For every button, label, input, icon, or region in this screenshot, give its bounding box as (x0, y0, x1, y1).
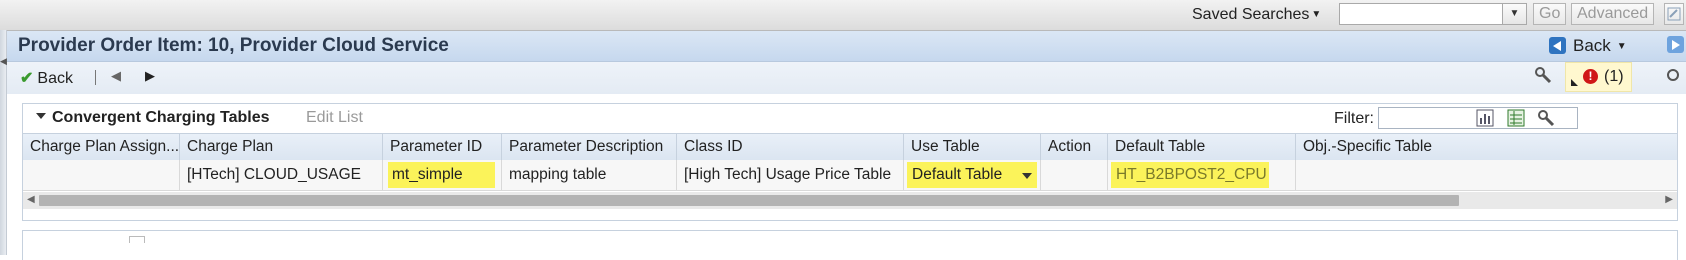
chevron-left-icon: ◀ (0, 56, 7, 66)
corner-marker-icon (1571, 79, 1578, 86)
personalize-icon[interactable] (1664, 3, 1684, 25)
obj-specific-table-cell[interactable] (1296, 160, 1677, 190)
error-icon: ! (1583, 69, 1598, 84)
message-count: (1) (1604, 68, 1624, 85)
column-header[interactable]: Parameter Description (502, 134, 677, 160)
back-label: Back (37, 70, 73, 87)
history-back-label: Back (1573, 36, 1611, 55)
previous-record-icon[interactable]: ◀ (111, 68, 121, 84)
column-header[interactable]: Obj.-Specific Table (1296, 134, 1677, 160)
parameter-description-cell: mapping table (502, 160, 677, 190)
history-back-button[interactable]: Back ▼ (1549, 36, 1627, 56)
page-header: Provider Order Item: 10, Provider Cloud … (7, 31, 1686, 62)
back-arrow-icon (1549, 37, 1566, 54)
chevron-down-icon[interactable]: ▼ (1617, 41, 1627, 52)
page-toolbar: ✔ Back ◀ ▶ (7, 62, 1686, 94)
page-title: Provider Order Item: 10, Provider Cloud … (18, 35, 449, 56)
block-title: Convergent Charging Tables (52, 109, 270, 126)
block-icon (129, 236, 145, 243)
wrench-icon[interactable] (1534, 66, 1552, 84)
scroll-right-icon[interactable]: ▶ (1665, 194, 1673, 205)
use-table-value: Default Table (907, 162, 1037, 188)
block-header: Convergent Charging Tables Edit List Fil… (23, 104, 1677, 132)
next-record-icon[interactable]: ▶ (145, 68, 155, 84)
horizontal-scrollbar[interactable]: ◀ ▶ (23, 192, 1677, 209)
column-header[interactable]: Charge Plan Assign... (23, 134, 180, 160)
back-button[interactable]: ✔ Back (20, 68, 73, 88)
navigation-collapse-handle[interactable]: ◀ (0, 30, 7, 255)
forward-arrow-icon[interactable] (1667, 36, 1684, 53)
action-cell[interactable] (1041, 160, 1108, 190)
toolbar-divider (95, 70, 96, 85)
column-header[interactable]: Default Table (1108, 134, 1296, 160)
chevron-down-icon (1022, 173, 1032, 179)
go-button[interactable]: Go (1533, 3, 1567, 25)
parameter-id-cell[interactable]: mt_simple (383, 160, 502, 190)
column-header[interactable]: Charge Plan (180, 134, 383, 160)
message-indicator[interactable]: ! (1) (1565, 62, 1632, 92)
charge-plan-assignment-cell (23, 160, 180, 190)
use-table-select[interactable]: Default Table (904, 160, 1041, 190)
block-toggle[interactable]: Convergent Charging Tables (36, 109, 270, 127)
table-row[interactable]: [HTech] CLOUD_USAGE mt_simple mapping ta… (23, 160, 1677, 191)
default-table-link[interactable]: HT_B2BPOST2_CPU (1111, 162, 1269, 188)
table-header-row: Charge Plan Assign... Charge Plan Parame… (23, 133, 1677, 161)
global-search-bar: Saved Searches ▼ ▼ Go Advanced (0, 0, 1686, 31)
column-header[interactable]: Action (1041, 134, 1108, 160)
wrench-icon[interactable] (1537, 109, 1555, 127)
chevron-down-icon[interactable]: ▼ (1503, 3, 1527, 25)
settings-icon[interactable] (1665, 66, 1679, 84)
saved-searches-label: Saved Searches (1192, 6, 1310, 23)
scroll-left-icon[interactable]: ◀ (27, 194, 35, 205)
default-table-cell[interactable]: HT_B2BPOST2_CPU (1108, 160, 1296, 190)
saved-search-select[interactable] (1339, 3, 1503, 25)
column-header[interactable]: Class ID (677, 134, 904, 160)
column-header[interactable]: Use Table (904, 134, 1041, 160)
chart-icon[interactable] (1476, 109, 1494, 127)
scrollbar-thumb[interactable] (39, 195, 1459, 206)
convergent-charging-tables-block: Convergent Charging Tables Edit List Fil… (22, 103, 1678, 221)
advanced-button[interactable]: Advanced (1571, 3, 1655, 25)
next-assignment-block (22, 230, 1678, 260)
chevron-down-icon: ▼ (1311, 9, 1322, 20)
saved-searches-dropdown[interactable]: Saved Searches ▼ (1192, 6, 1321, 24)
charge-plan-cell[interactable]: [HTech] CLOUD_USAGE (180, 160, 383, 190)
export-excel-icon[interactable] (1507, 109, 1525, 127)
filter-label: Filter: (1334, 110, 1374, 127)
collapse-triangle-icon (36, 113, 46, 119)
parameter-id-value: mt_simple (388, 162, 495, 188)
checkmark-icon: ✔ (20, 70, 34, 87)
column-header[interactable]: Parameter ID (383, 134, 502, 160)
edit-list-button[interactable]: Edit List (306, 109, 363, 127)
class-id-cell[interactable]: [High Tech] Usage Price Table (677, 160, 904, 190)
